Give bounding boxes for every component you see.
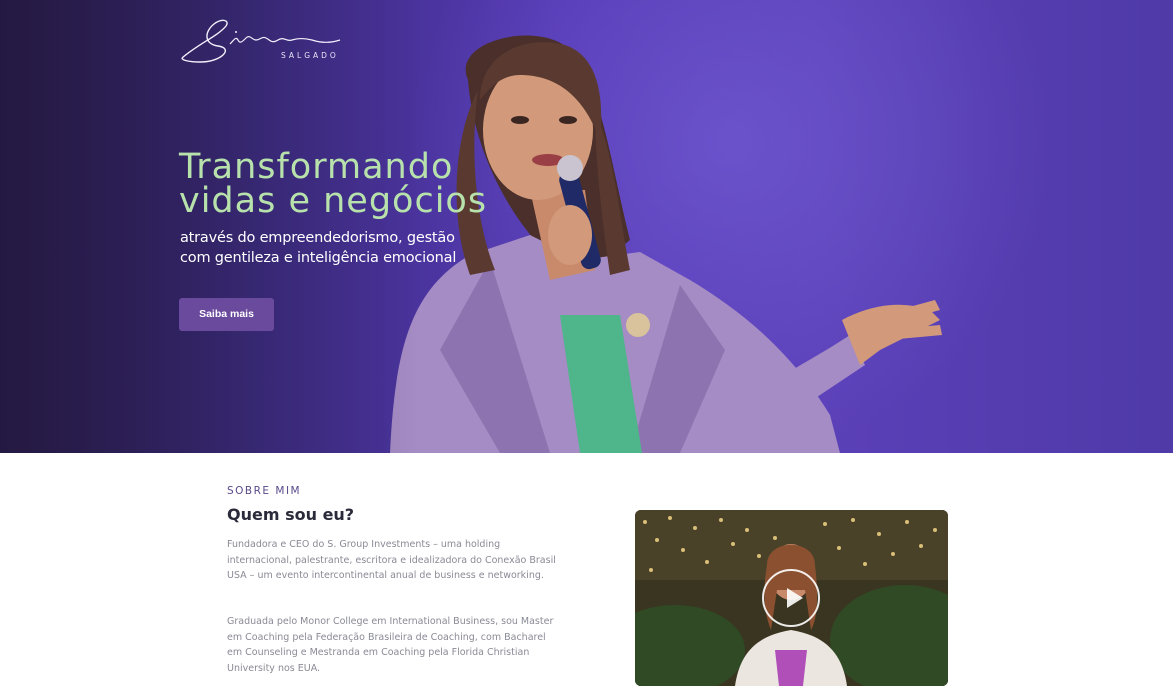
- hero-section: SALGADO Transformando vidas e negócios a…: [0, 0, 1173, 453]
- play-triangle: [787, 588, 803, 608]
- brand-logo[interactable]: SALGADO: [178, 14, 348, 70]
- play-icon[interactable]: [762, 569, 820, 627]
- hero-subtitle: através do empreendedorismo, gestão com …: [180, 230, 457, 266]
- hero-title-line2: vidas e negócios: [179, 181, 488, 221]
- saiba-mais-button[interactable]: Saiba mais: [179, 298, 274, 331]
- about-title: Quem sou eu?: [227, 505, 355, 524]
- hero-title: Transformando vidas e negócios: [179, 147, 519, 221]
- about-paragraph-2: Graduada pelo Monor College em Internati…: [227, 616, 554, 674]
- about-eyebrow: SOBRE MIM: [227, 485, 302, 497]
- logo-signature-icon: [181, 19, 341, 63]
- speaker-image: [390, 35, 942, 453]
- hero-title-line1: Transformando: [179, 147, 454, 187]
- logo-subtitle: SALGADO: [281, 51, 339, 60]
- about-paragraph-1: Fundadora e CEO do S. Group Investments …: [227, 539, 556, 581]
- about-video[interactable]: [635, 510, 948, 686]
